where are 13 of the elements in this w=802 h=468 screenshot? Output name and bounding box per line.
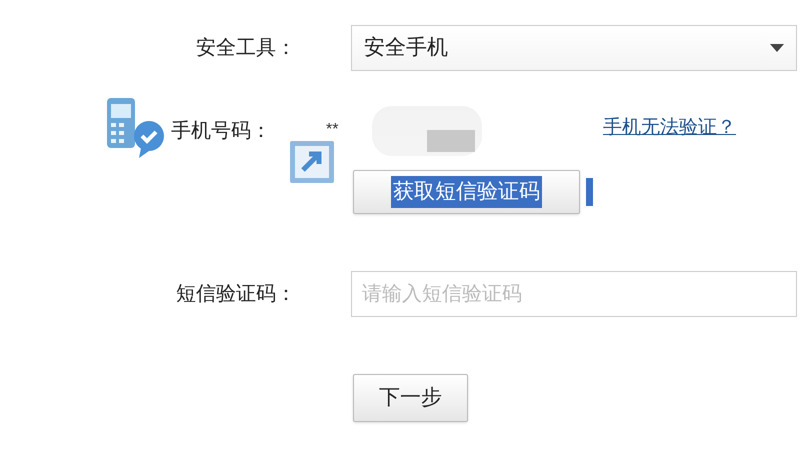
text-cursor (586, 178, 593, 206)
sms-code-input[interactable]: 请输入短信验证码 (351, 271, 797, 317)
security-tool-dropdown[interactable]: 安全手机 (351, 25, 797, 71)
caret-icon (770, 44, 784, 52)
expand-icon[interactable] (289, 140, 335, 184)
next-button[interactable]: 下一步 (353, 374, 468, 422)
field-label: 手机号码： (171, 119, 271, 144)
field-label: 短信验证码： (176, 282, 296, 307)
get-sms-code-button[interactable]: 获取短信验证码 (353, 170, 580, 214)
field-label: 安全工具： (196, 36, 296, 61)
phone-chat-icon (105, 96, 167, 160)
cannot-verify-link[interactable]: 手机无法验证？ (603, 114, 736, 142)
masked-phone-number: ** (326, 122, 338, 138)
